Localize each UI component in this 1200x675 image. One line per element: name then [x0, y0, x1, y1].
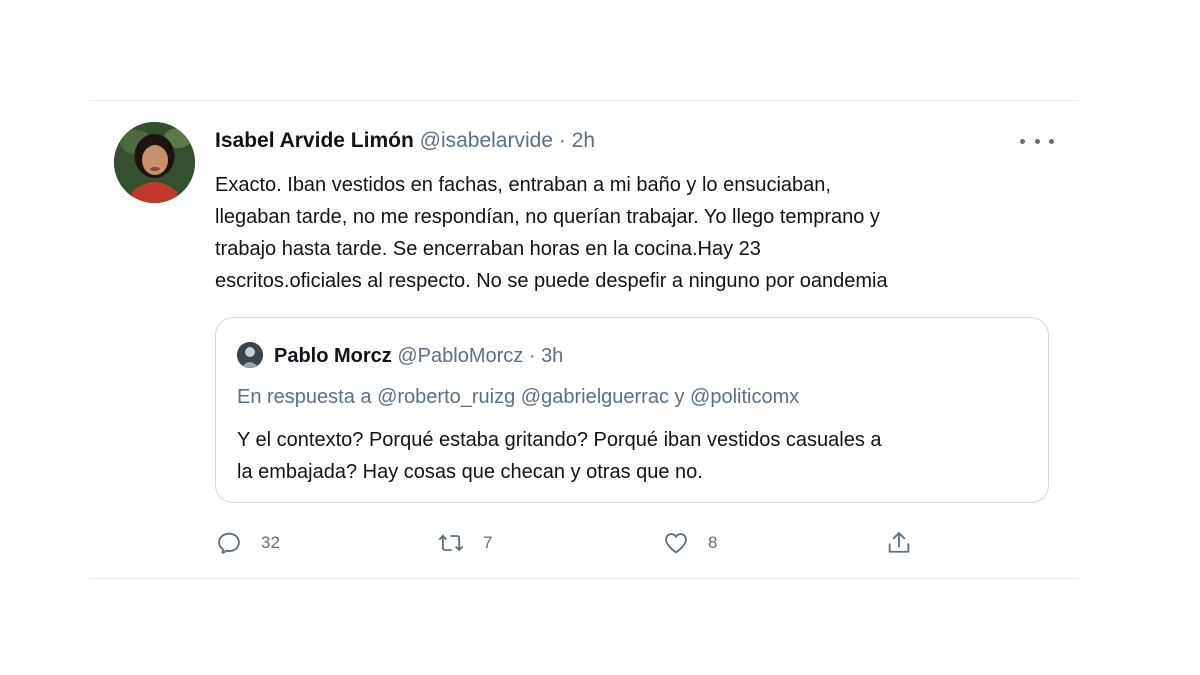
tweet-text-line: Exacto. Iban vestidos en fachas, entraba… — [215, 174, 831, 196]
reply-icon — [218, 532, 240, 554]
more-horizontal-icon — [1049, 138, 1054, 144]
like-icon — [665, 533, 687, 554]
author-avatar-image — [114, 122, 195, 203]
author-name[interactable]: Isabel Arvide Limón — [215, 129, 414, 152]
retweet-count: 7 — [483, 533, 493, 552]
more-horizontal-icon — [1034, 138, 1040, 144]
share-icon — [888, 532, 910, 553]
more-horizontal-icon — [1020, 138, 1025, 144]
header-separator: · — [558, 129, 566, 152]
retweet-icon — [438, 534, 464, 551]
tweet-header: Isabel Arvide Limón @isabelarvide · 2h — [215, 128, 595, 154]
quoted-text: Y el contexto? Porqué estaba gritando? P… — [237, 424, 1037, 488]
quoted-author-name: Pablo Morcz — [274, 345, 392, 367]
tweet-text-line: trabajo hasta tarde. Se encerraban horas… — [215, 238, 761, 260]
like-button[interactable]: 8 — [662, 526, 717, 560]
quoted-header: Pablo Morcz @PabloMorcz · 3h — [274, 343, 563, 369]
quoted-timestamp: 3h — [541, 345, 564, 367]
quoted-separator: · — [528, 345, 536, 367]
quoted-avatar-image — [237, 342, 263, 368]
quoted-text-line: Y el contexto? Porqué estaba gritando? P… — [237, 429, 882, 451]
quoted-tweet[interactable]: Pablo Morcz @PabloMorcz · 3h En respuest… — [215, 317, 1049, 503]
quoted-reply-context: En respuesta a @roberto_ruizg @gabrielgu… — [237, 386, 800, 408]
tweet-text-line: llegaban tarde, no me respondían, no que… — [215, 206, 880, 228]
tweet-actions: 32 7 8 — [215, 526, 1035, 560]
reply-button[interactable]: 32 — [215, 526, 280, 560]
like-count: 8 — [708, 533, 718, 552]
reply-count: 32 — [261, 533, 280, 552]
more-options-button[interactable] — [1020, 129, 1054, 153]
author-handle[interactable]: @isabelarvide — [420, 129, 553, 152]
tweet-text: Exacto. Iban vestidos en fachas, entraba… — [215, 169, 1065, 297]
tweet-timestamp[interactable]: 2h — [572, 129, 595, 152]
retweet-button[interactable]: 7 — [437, 526, 492, 560]
quoted-author-handle: @PabloMorcz — [397, 345, 524, 367]
share-button[interactable] — [885, 526, 913, 560]
quoted-author-avatar — [237, 342, 263, 368]
bottom-divider — [90, 578, 1078, 579]
quoted-text-line: la embajada? Hay cosas que checan y otra… — [237, 461, 703, 483]
tweet[interactable]: Isabel Arvide Limón @isabelarvide · 2h E… — [90, 101, 1078, 578]
author-avatar[interactable] — [114, 122, 195, 203]
tweet-text-line: escritos.oficiales al respecto. No se pu… — [215, 270, 888, 292]
